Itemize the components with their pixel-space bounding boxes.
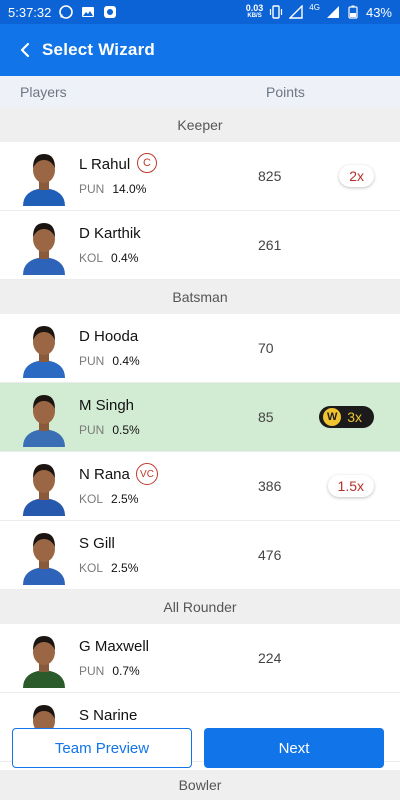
player-points: 261 — [258, 237, 282, 253]
app-bar: Select Wizard — [0, 24, 400, 76]
player-meta: KOL 2.5% — [79, 492, 138, 506]
multiplier-value: 3x — [347, 409, 362, 425]
wizard-w-icon: W — [323, 408, 342, 426]
player-avatar — [17, 389, 71, 447]
column-header-players: Players — [20, 84, 67, 100]
player-avatar — [17, 630, 71, 688]
multiplier-value: 1.5x — [337, 478, 364, 494]
player-avatar — [17, 320, 71, 378]
wizard-multiplier-badge[interactable]: W 3x — [319, 406, 374, 428]
player-team: KOL — [79, 251, 104, 265]
player-avatar — [17, 527, 71, 585]
status-time: 5:37:32 — [8, 4, 52, 20]
battery-level: 43% — [365, 4, 392, 20]
status-bar: 5:37:32 0.03 KB/S 4G 43% — [0, 0, 400, 24]
player-meta: PUN 0.5% — [79, 423, 140, 437]
player-name: N Rana — [79, 466, 130, 483]
vice-captain-badge: VC — [136, 463, 158, 485]
section-header-all-rounder: All Rounder — [0, 590, 400, 624]
player-team: PUN — [79, 664, 105, 678]
section-header-batsman: Batsman — [0, 280, 400, 314]
bottom-actions: Team Preview Next — [0, 728, 400, 772]
status-left: 5:37:32 — [8, 5, 117, 20]
player-list: Keeper L Rahul PUN 14.0% 825 C 2x D Karthik KOL 0… — [0, 108, 400, 762]
player-points: 825 — [258, 168, 282, 184]
player-avatar — [17, 148, 71, 206]
page-title: Select Wizard — [42, 40, 155, 59]
player-team: KOL — [79, 492, 104, 506]
player-team: KOL — [79, 561, 104, 575]
player-name: S Gill — [79, 535, 115, 552]
multiplier-badge[interactable]: 2x — [339, 165, 374, 187]
captain-badge: C — [137, 153, 157, 173]
player-name: M Singh — [79, 397, 135, 414]
whatsapp-icon — [59, 5, 74, 19]
player-points: 476 — [258, 547, 282, 563]
battery-icon — [346, 5, 360, 19]
multiplier-badge[interactable]: 1.5x — [327, 475, 374, 497]
player-points: 224 — [258, 650, 282, 666]
chevron-left-icon[interactable] — [14, 39, 36, 61]
player-team: PUN — [79, 182, 105, 196]
player-row[interactable]: D Karthik KOL 0.4% 261 — [0, 211, 400, 280]
network-speed-unit: KB/S — [247, 13, 262, 19]
player-selection-percent: 0.7% — [112, 664, 140, 678]
player-row[interactable]: S Gill KOL 2.5% 476 — [0, 521, 400, 590]
player-row[interactable]: M Singh PUN 0.5% 85 W 3x — [0, 383, 400, 452]
player-selection-percent: 2.5% — [111, 492, 139, 506]
player-selection-percent: 14.0% — [112, 182, 147, 196]
player-points: 85 — [258, 409, 274, 425]
player-row[interactable]: N Rana KOL 2.5% 386 VC 1.5x — [0, 452, 400, 521]
vibrate-icon — [269, 5, 283, 19]
player-selection-percent: 0.4% — [112, 354, 140, 368]
multiplier-value: 2x — [349, 168, 364, 184]
player-meta: KOL 0.4% — [79, 251, 138, 265]
player-points: 70 — [258, 340, 274, 356]
player-team: PUN — [79, 354, 105, 368]
player-name: S Narine — [79, 707, 138, 724]
signal-icon — [289, 5, 303, 19]
player-team: PUN — [79, 423, 105, 437]
player-points: 386 — [258, 478, 282, 494]
player-row[interactable]: D Hooda PUN 0.4% 70 — [0, 314, 400, 383]
player-avatar — [17, 217, 71, 275]
player-name: L Rahul — [79, 156, 131, 173]
image-icon — [81, 5, 95, 19]
next-button[interactable]: Next — [204, 728, 384, 768]
signal-4g-icon — [326, 5, 340, 19]
section-header-keeper: Keeper — [0, 108, 400, 142]
player-meta: PUN 0.7% — [79, 664, 140, 678]
player-row[interactable]: G Maxwell PUN 0.7% 224 — [0, 624, 400, 693]
player-selection-percent: 0.4% — [111, 251, 139, 265]
section-header-bowler: Bowler — [0, 770, 400, 800]
player-name: G Maxwell — [79, 638, 150, 655]
status-right: 0.03 KB/S 4G 43% — [246, 2, 392, 20]
player-selection-percent: 2.5% — [111, 561, 139, 575]
column-header: Players Points — [0, 76, 400, 108]
column-header-points: Points — [266, 84, 305, 100]
player-row[interactable]: L Rahul PUN 14.0% 825 C 2x — [0, 142, 400, 211]
player-meta: KOL 2.5% — [79, 561, 138, 575]
network-type: 4G — [309, 2, 320, 12]
player-name: D Hooda — [79, 328, 139, 345]
network-speed: 0.03 KB/S — [246, 4, 264, 20]
player-avatar — [17, 458, 71, 516]
network-speed-value: 0.03 — [245, 3, 264, 13]
player-selection-percent: 0.5% — [112, 423, 140, 437]
team-preview-button[interactable]: Team Preview — [12, 728, 192, 768]
player-meta: PUN 0.4% — [79, 354, 140, 368]
app-notification-icon — [103, 5, 117, 19]
player-name: D Karthik — [79, 225, 141, 242]
player-meta: PUN 14.0% — [79, 182, 146, 196]
